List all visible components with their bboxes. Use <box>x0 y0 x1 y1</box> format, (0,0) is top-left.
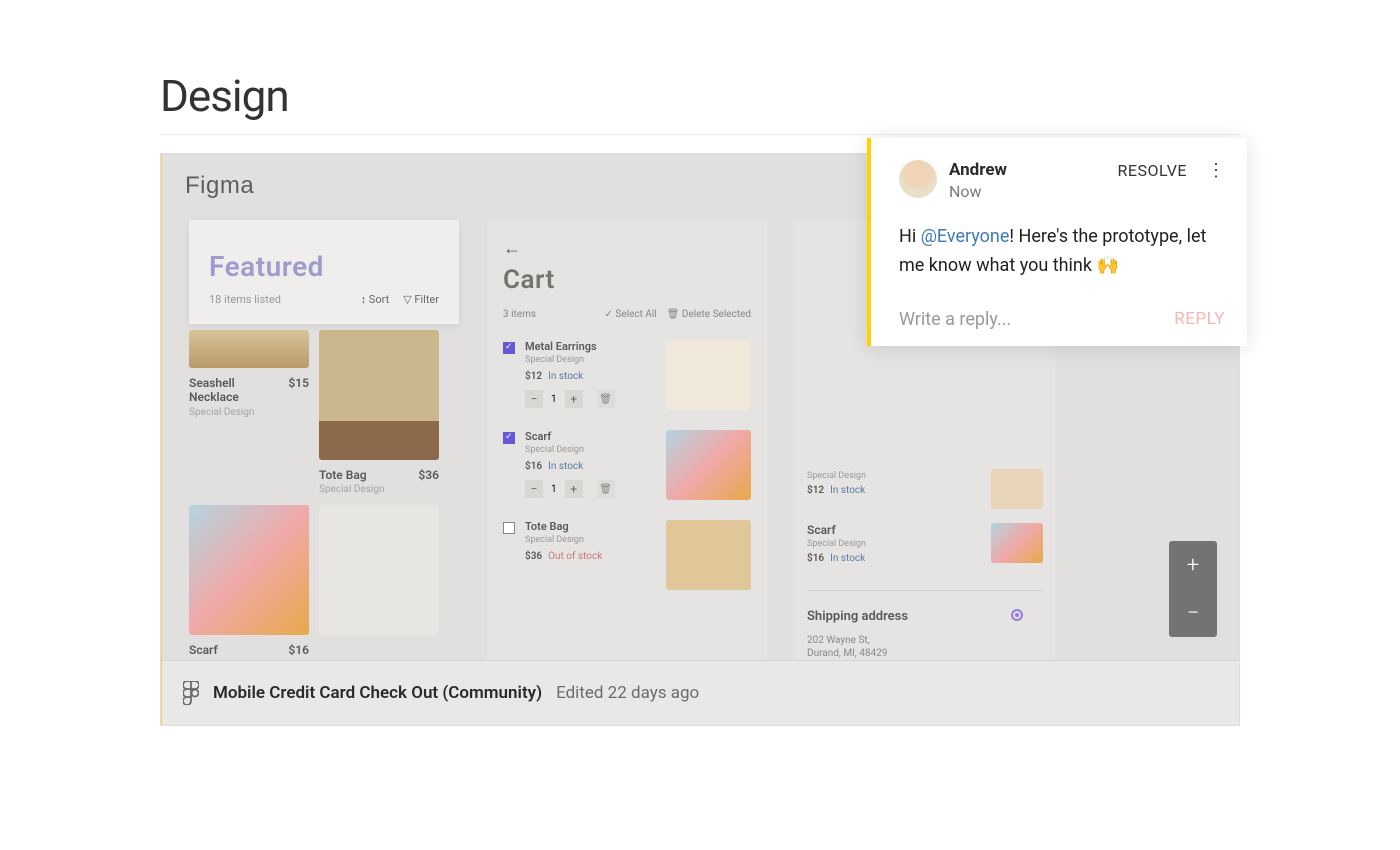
product-price: $16 <box>288 643 309 657</box>
product-thumb <box>189 505 309 635</box>
cart-item-stock: In stock <box>548 461 583 472</box>
cart-item-thumb <box>666 430 751 500</box>
shipping-section: Shipping address 202 Wayne St, Durand, M… <box>807 590 1043 660</box>
reply-button[interactable]: REPLY <box>1174 309 1225 329</box>
cart-item: Metal Earrings Special Design $12 In stoc… <box>503 340 751 410</box>
related-item-sub: Special Design <box>807 471 866 481</box>
items-listed-count: 18 items listed <box>209 293 281 306</box>
product-name: Tote Bag <box>319 468 367 482</box>
zoom-controls: + − <box>1169 541 1217 637</box>
cart-item-stock: In stock <box>548 371 583 382</box>
cart-item-name: Scarf <box>525 430 615 443</box>
avatar[interactable] <box>899 160 937 198</box>
comment-body: Hi @Everyone! Here's the prototype, let … <box>899 223 1225 281</box>
qty-minus-button[interactable]: − <box>525 390 543 408</box>
related-item-price: $16 <box>807 553 824 564</box>
zoom-out-button[interactable]: − <box>1169 589 1217 637</box>
section-title: Design <box>160 70 1240 135</box>
product-tile-scarf[interactable]: Scarf$16 Special Design <box>189 505 309 660</box>
edited-timestamp: Edited 22 days ago <box>556 683 699 703</box>
cart-item-sub: Special Design <box>525 445 615 455</box>
shipping-title: Shipping address <box>807 609 908 624</box>
related-item-name: Scarf <box>807 523 866 537</box>
cart-item-stock: Out of stock <box>548 551 602 562</box>
trash-icon[interactable]: 🗑 <box>597 480 615 498</box>
filter-button[interactable]: ▽ Filter <box>403 293 439 306</box>
related-item-stock: In stock <box>830 553 865 564</box>
resolve-button[interactable]: RESOLVE <box>1118 161 1188 180</box>
related-thumb <box>991 523 1043 563</box>
related-item-price: $12 <box>807 485 824 496</box>
embed-footer: Mobile Credit Card Check Out (Community)… <box>161 660 1239 725</box>
cart-item-price: $16 <box>525 461 542 472</box>
comment-popover: Andrew Now RESOLVE ⋮ Hi @Everyone! Here'… <box>867 138 1247 346</box>
cart-item-sub: Special Design <box>525 355 615 365</box>
select-all-button[interactable]: ✓ Select All <box>605 309 657 320</box>
cart-checkbox[interactable] <box>503 342 515 354</box>
cart-item-name: Metal Earrings <box>525 340 615 353</box>
more-icon[interactable]: ⋮ <box>1207 160 1225 181</box>
qty-value: 1 <box>547 394 561 405</box>
product-tile-seashell[interactable]: Seashell Necklace $15 Special Design <box>189 330 309 495</box>
cart-item-thumb <box>666 520 751 590</box>
figma-logo-icon <box>183 681 199 705</box>
product-tile-tote[interactable]: Tote Bag $36 Special Design <box>319 330 439 495</box>
featured-header: Featured 18 items listed ↕ Sort ▽ Filter <box>189 220 459 324</box>
cart-item-name: Tote Bag <box>525 520 602 533</box>
sort-button[interactable]: ↕ Sort <box>361 293 390 306</box>
cart-item: Scarf Special Design $16 In stock − 1 + 🗑 <box>503 430 751 500</box>
frame-featured: Featured 18 items listed ↕ Sort ▽ Filter… <box>189 220 459 660</box>
zoom-in-button[interactable]: + <box>1169 541 1217 589</box>
mention[interactable]: @Everyone <box>921 226 1010 247</box>
related-item-sub: Special Design <box>807 539 866 549</box>
cart-item-thumb <box>666 340 751 410</box>
delete-selected-button[interactable]: 🗑 Delete Selected <box>667 309 751 320</box>
featured-title: Featured <box>209 250 439 283</box>
back-arrow-icon[interactable]: ← <box>503 238 751 259</box>
product-name: Seashell Necklace <box>189 376 269 405</box>
shipping-addr-line: Durand, MI, 48429 <box>807 647 908 660</box>
qty-plus-button[interactable]: + <box>565 390 583 408</box>
reply-input[interactable]: Write a reply... <box>899 309 1011 330</box>
cart-checkbox[interactable] <box>503 432 515 444</box>
cart-checkbox[interactable] <box>503 522 515 534</box>
address-radio[interactable] <box>1011 609 1023 621</box>
related-item-stock: In stock <box>830 485 865 496</box>
product-thumb <box>319 505 439 635</box>
qty-plus-button[interactable]: + <box>565 480 583 498</box>
related-thumb <box>991 469 1043 509</box>
product-price: $36 <box>418 468 439 482</box>
cart-item-price: $36 <box>525 551 542 562</box>
trash-icon[interactable]: 🗑 <box>597 390 615 408</box>
comment-timestamp: Now <box>949 182 1007 201</box>
product-thumb <box>319 330 439 460</box>
cart-item: Tote Bag Special Design $36 Out of stock <box>503 520 751 590</box>
product-sub: Special Design <box>189 407 309 418</box>
related-item[interactable]: Special Design $12 In stock <box>807 469 1043 509</box>
product-name: Scarf <box>189 643 218 657</box>
cart-item-price: $12 <box>525 371 542 382</box>
shipping-addr-line: 202 Wayne St, <box>807 634 908 647</box>
qty-minus-button[interactable]: − <box>525 480 543 498</box>
cart-title: Cart <box>503 265 751 295</box>
product-sub: Special Design <box>319 484 439 495</box>
frame-cart: ← Cart 3 items ✓ Select All 🗑 Delete Sel… <box>487 220 767 660</box>
file-name[interactable]: Mobile Credit Card Check Out (Community) <box>213 683 542 703</box>
product-tile-earrings[interactable] <box>319 505 439 660</box>
product-price: $15 <box>288 376 309 405</box>
cart-item-count: 3 items <box>503 309 536 320</box>
product-thumb <box>189 330 309 368</box>
qty-value: 1 <box>547 484 561 495</box>
comment-author: Andrew <box>949 160 1007 180</box>
cart-item-sub: Special Design <box>525 535 602 545</box>
related-item[interactable]: Scarf Special Design $16 In stock <box>807 523 1043 564</box>
